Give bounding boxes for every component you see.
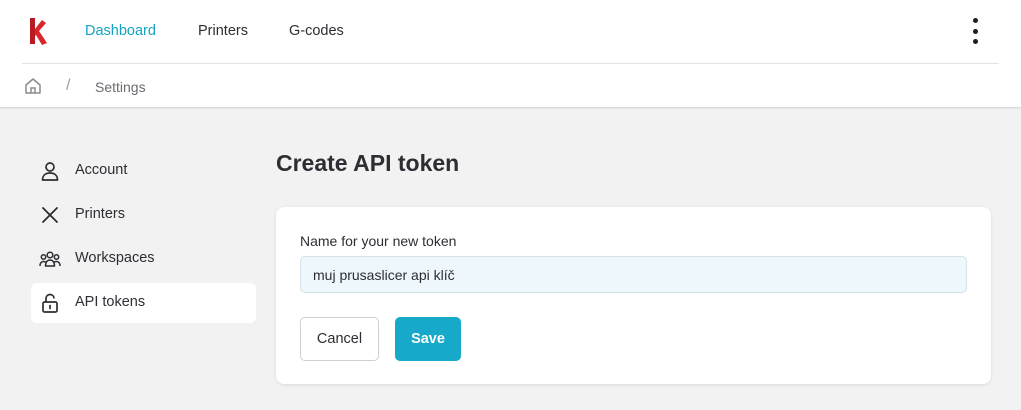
create-token-form: Name for your new token Cancel Save bbox=[276, 207, 991, 384]
cancel-button[interactable]: Cancel bbox=[300, 317, 379, 361]
app-logo-icon[interactable] bbox=[27, 16, 49, 46]
dot bbox=[972, 18, 978, 23]
sidebar-item-api-tokens[interactable]: API tokens bbox=[31, 283, 256, 323]
sidebar-item-account[interactable]: Account bbox=[31, 151, 256, 191]
sidebar-item-label: Printers bbox=[75, 206, 125, 222]
breadcrumb-separator: / bbox=[66, 77, 71, 94]
nav-link-printers[interactable]: Printers bbox=[198, 22, 248, 40]
page-title: Create API token bbox=[276, 150, 460, 176]
header: Dashboard Printers G-codes / Settings bbox=[0, 0, 1021, 108]
nav-link-gcodes[interactable]: G-codes bbox=[289, 22, 344, 40]
user-icon bbox=[41, 162, 59, 181]
people-icon bbox=[39, 251, 61, 267]
breadcrumb: / Settings bbox=[22, 76, 322, 98]
sidebar-item-label: API tokens bbox=[75, 294, 146, 310]
token-name-label: Name for your new token bbox=[300, 233, 457, 249]
token-name-input[interactable] bbox=[300, 256, 967, 293]
sidebar-item-label: Account bbox=[75, 162, 128, 178]
lock-open-icon bbox=[42, 293, 58, 313]
close-icon bbox=[42, 207, 58, 223]
dot bbox=[972, 39, 978, 44]
save-button[interactable]: Save bbox=[395, 317, 461, 361]
nav-link-dashboard[interactable]: Dashboard bbox=[85, 22, 156, 40]
home-icon[interactable] bbox=[24, 77, 42, 95]
sidebar-item-printers[interactable]: Printers bbox=[31, 195, 256, 235]
more-menu-icon[interactable] bbox=[968, 16, 982, 46]
sidebar-item-workspaces[interactable]: Workspaces bbox=[31, 239, 256, 279]
dot bbox=[972, 28, 978, 34]
top-navbar: Dashboard Printers G-codes bbox=[22, 0, 999, 64]
breadcrumb-current: Settings bbox=[95, 79, 146, 95]
sidebar-item-label: Workspaces bbox=[75, 250, 155, 266]
